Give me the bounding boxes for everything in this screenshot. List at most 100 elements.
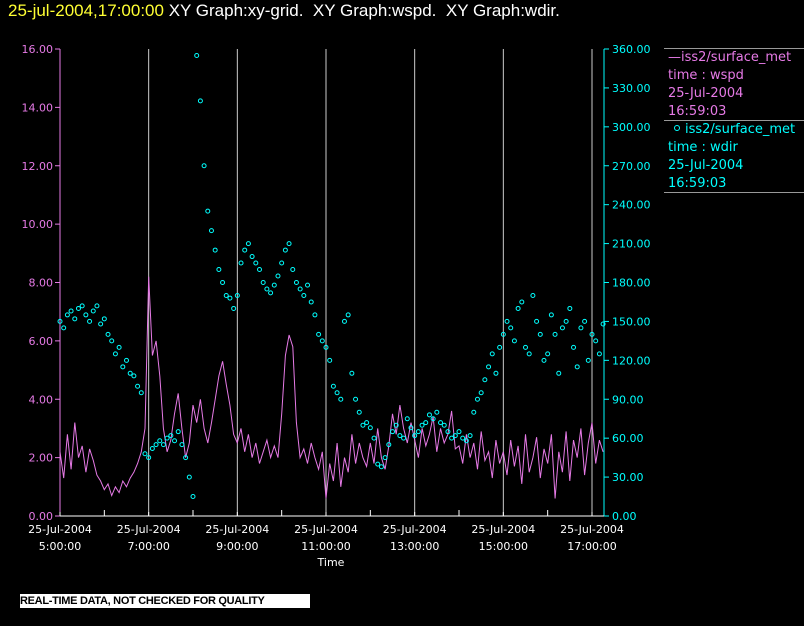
wdir-point — [68, 308, 74, 314]
x-tick-date: 25-Jul-2004 — [205, 523, 269, 536]
wdir-point — [519, 299, 525, 305]
quality-note: REAL-TIME DATA, NOT CHECKED FOR QUALITY — [20, 594, 310, 608]
right-tick-label: 210.00 — [612, 238, 651, 251]
wdir-point — [190, 494, 196, 500]
wdir-point — [404, 416, 410, 422]
wdir-point — [249, 254, 255, 260]
wdir-point — [186, 474, 192, 480]
wdir-point — [467, 433, 473, 439]
wdir-point — [375, 461, 381, 467]
wdir-point — [397, 433, 403, 439]
x-tick-date: 25-Jul-2004 — [117, 523, 181, 536]
wdir-point — [305, 282, 311, 288]
wdir-point — [530, 292, 536, 298]
wdir-point — [563, 318, 569, 324]
wdir-point — [367, 425, 373, 431]
wdir-point — [312, 312, 318, 318]
wdir-point — [596, 351, 602, 357]
wdir-point — [545, 351, 551, 357]
wdir-point — [534, 318, 540, 324]
wdir-point — [293, 280, 299, 285]
wdir-point — [61, 325, 67, 331]
right-tick-label: 60.00 — [612, 432, 644, 445]
wdir-point — [220, 280, 226, 285]
wdir-point — [275, 273, 281, 279]
wdir-point — [482, 377, 488, 383]
wdir-point — [142, 451, 148, 457]
wdir-point — [511, 338, 517, 344]
wdir-point — [64, 312, 70, 318]
wdir-point — [497, 344, 503, 350]
wdir-point — [486, 364, 492, 370]
wdir-point — [282, 247, 288, 253]
x-axis-label: Time — [317, 556, 345, 569]
wdir-point — [227, 295, 233, 301]
wdir-point — [308, 299, 314, 305]
wdir-point — [338, 396, 344, 402]
wdir-point — [330, 383, 336, 389]
wdir-point — [574, 364, 580, 370]
x-tick-time: 13:00:00 — [390, 540, 439, 553]
right-tick-label: 360.00 — [612, 43, 651, 56]
right-tick-label: 240.00 — [612, 199, 651, 212]
x-tick-date: 25-Jul-2004 — [294, 523, 358, 536]
wdir-point — [297, 286, 303, 292]
wdir-point — [434, 409, 440, 415]
wdir-point — [319, 338, 325, 344]
wdir-point — [345, 312, 351, 318]
wdir-point — [508, 325, 514, 331]
wdir-point — [205, 208, 211, 214]
legend-date: 25-Jul-2004 — [668, 86, 744, 101]
legend-date: 25-Jul-2004 — [668, 158, 744, 173]
wdir-point — [489, 351, 495, 357]
left-tick-label: 16.00 — [22, 43, 54, 56]
wdir-point — [179, 442, 185, 448]
legend-variable: time : wdir — [668, 140, 738, 155]
wdir-point — [131, 373, 137, 379]
wdir-point — [112, 351, 118, 357]
wdir-point — [585, 357, 591, 363]
wdir-point — [72, 316, 78, 322]
wdir-point — [245, 241, 251, 247]
wdir-point — [197, 98, 203, 104]
wdir-point — [301, 292, 307, 298]
wdir-point — [353, 396, 359, 402]
left-tick-label: 10.00 — [22, 218, 54, 231]
wdir-point — [208, 228, 214, 234]
wdir-point — [578, 325, 584, 331]
x-tick-time: 5:00:00 — [39, 540, 81, 553]
wdir-point — [153, 442, 159, 448]
x-tick-time: 11:00:00 — [301, 540, 350, 553]
right-tick-label: 0.00 — [612, 510, 637, 523]
wdir-point — [341, 318, 347, 324]
right-tick-label: 150.00 — [612, 315, 651, 328]
wdir-point — [526, 351, 532, 357]
wdir-point — [567, 305, 573, 311]
wdir-point — [593, 338, 599, 344]
wdir-point — [390, 429, 395, 435]
wdir-point — [157, 438, 163, 444]
wdir-point — [356, 409, 362, 415]
x-tick-time: 15:00:00 — [479, 540, 528, 553]
wdir-point — [582, 318, 588, 324]
wdir-point — [105, 331, 111, 337]
wdir-point — [101, 316, 107, 322]
left-tick-label: 8.00 — [29, 277, 54, 290]
wdir-point — [83, 312, 89, 318]
wdir-point — [149, 446, 155, 452]
wdir-point — [79, 303, 85, 309]
wdir-point — [541, 357, 547, 363]
wdir-point — [135, 383, 141, 389]
right-tick-label: 180.00 — [612, 277, 651, 290]
wdir-point — [138, 390, 144, 396]
wdir-point — [478, 390, 484, 396]
wdir-point — [334, 390, 340, 396]
x-tick-date: 25-Jul-2004 — [471, 523, 535, 536]
x-tick-time: 9:00:00 — [216, 540, 258, 553]
wdir-point — [401, 435, 407, 441]
wdir-point — [371, 435, 377, 441]
wdir-point — [212, 247, 218, 253]
wdir-point — [90, 308, 96, 314]
wdir-point — [231, 305, 237, 311]
wdir-point — [160, 442, 166, 448]
